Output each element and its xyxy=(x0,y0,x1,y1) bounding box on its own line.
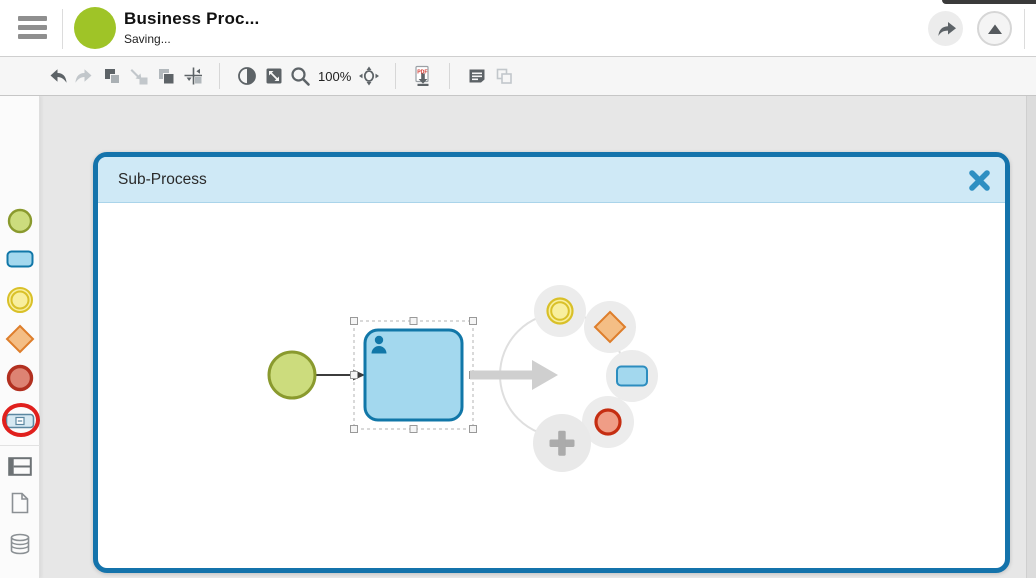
saving-status: Saving... xyxy=(124,32,259,46)
export-pdf-button[interactable]: PDF xyxy=(409,61,436,91)
contrast-icon xyxy=(237,66,257,86)
fit-to-screen-button[interactable] xyxy=(260,61,287,91)
intermediate-event-icon xyxy=(6,286,34,314)
copy-button[interactable] xyxy=(98,61,125,91)
duplicate-button[interactable] xyxy=(152,61,179,91)
toolbar-divider xyxy=(449,63,450,89)
close-button[interactable] xyxy=(967,168,991,192)
task-icon xyxy=(6,250,34,268)
quick-add-task[interactable] xyxy=(606,350,658,402)
subprocess-canvas[interactable] xyxy=(98,203,1005,567)
notes-button[interactable] xyxy=(463,61,490,91)
canvas-right-gutter xyxy=(1026,96,1036,578)
toolbar-divider xyxy=(395,63,396,89)
pool-lane-icon xyxy=(8,457,32,476)
subprocess-dialog: Sub-Process xyxy=(93,152,1010,573)
notes-icon xyxy=(467,66,487,86)
background-window-edge xyxy=(942,0,1036,4)
palette-data-store[interactable] xyxy=(0,533,40,555)
toolbar: 100% PDF xyxy=(0,57,1036,96)
toolbar-divider xyxy=(219,63,220,89)
contrast-button[interactable] xyxy=(233,61,260,91)
palette-sub-process[interactable] xyxy=(0,413,40,429)
sub-process-icon xyxy=(5,413,35,429)
subprocess-dialog-header: Sub-Process xyxy=(98,157,1005,203)
fit-to-screen-icon xyxy=(264,66,284,86)
copy-diagram-icon xyxy=(494,66,514,86)
snap-to-grid-button[interactable] xyxy=(179,61,206,91)
process-logo-circle[interactable] xyxy=(74,7,116,49)
copy-diagram-button[interactable] xyxy=(490,61,517,91)
palette-start-event[interactable] xyxy=(0,208,40,234)
title-block: Business Proc... Saving... xyxy=(124,9,259,46)
document-title[interactable]: Business Proc... xyxy=(124,9,259,29)
start-event-icon xyxy=(7,208,33,234)
reset-position-button[interactable] xyxy=(355,61,382,91)
end-event-icon xyxy=(6,364,34,392)
header-right-divider xyxy=(1024,9,1025,49)
header-divider xyxy=(62,9,63,49)
app-window: Business Proc... Saving... xyxy=(0,0,1036,578)
palette-intermediate-event[interactable] xyxy=(0,286,40,314)
export-pdf-icon: PDF xyxy=(412,65,434,87)
zoom-level-label[interactable]: 100% xyxy=(318,69,351,84)
snap-to-grid-icon xyxy=(183,66,203,86)
collapse-up-icon xyxy=(986,23,1004,35)
palette-task[interactable] xyxy=(0,250,40,268)
quick-add-preview-arrow xyxy=(470,360,558,390)
share-button[interactable] xyxy=(928,11,963,46)
redo-button[interactable] xyxy=(71,61,98,91)
palette-end-event[interactable] xyxy=(0,364,40,392)
undo-icon xyxy=(47,66,68,86)
hamburger-menu-icon[interactable] xyxy=(18,16,48,40)
quick-add-more-button[interactable] xyxy=(533,414,591,472)
quick-add-gateway[interactable] xyxy=(584,301,636,353)
user-task-node[interactable] xyxy=(365,330,462,420)
shape-palette: T xyxy=(0,96,40,578)
collapse-button[interactable] xyxy=(977,11,1012,46)
start-event-node[interactable] xyxy=(269,352,315,398)
close-x-icon xyxy=(968,169,991,192)
redo-icon xyxy=(74,66,95,86)
zoom-button[interactable] xyxy=(287,61,314,91)
palette-gateway[interactable] xyxy=(0,324,40,354)
gateway-icon xyxy=(5,324,35,354)
dialog-title: Sub-Process xyxy=(118,157,207,203)
palette-pool-lane[interactable] xyxy=(0,457,40,476)
share-arrow-icon xyxy=(935,19,957,39)
magnifier-icon xyxy=(290,66,311,87)
palette-document[interactable] xyxy=(0,492,40,514)
database-icon xyxy=(9,533,31,555)
paste-icon xyxy=(129,66,149,86)
document-icon xyxy=(10,492,30,514)
header-bar: Business Proc... Saving... xyxy=(0,0,1036,57)
duplicate-icon xyxy=(156,66,176,86)
subprocess-diagram xyxy=(98,203,1005,567)
reset-position-icon xyxy=(358,66,380,86)
copy-icon xyxy=(102,66,122,86)
undo-button[interactable] xyxy=(44,61,71,91)
paste-button[interactable] xyxy=(125,61,152,91)
quick-add-intermediate-event[interactable] xyxy=(534,285,586,337)
palette-separator xyxy=(0,445,40,446)
